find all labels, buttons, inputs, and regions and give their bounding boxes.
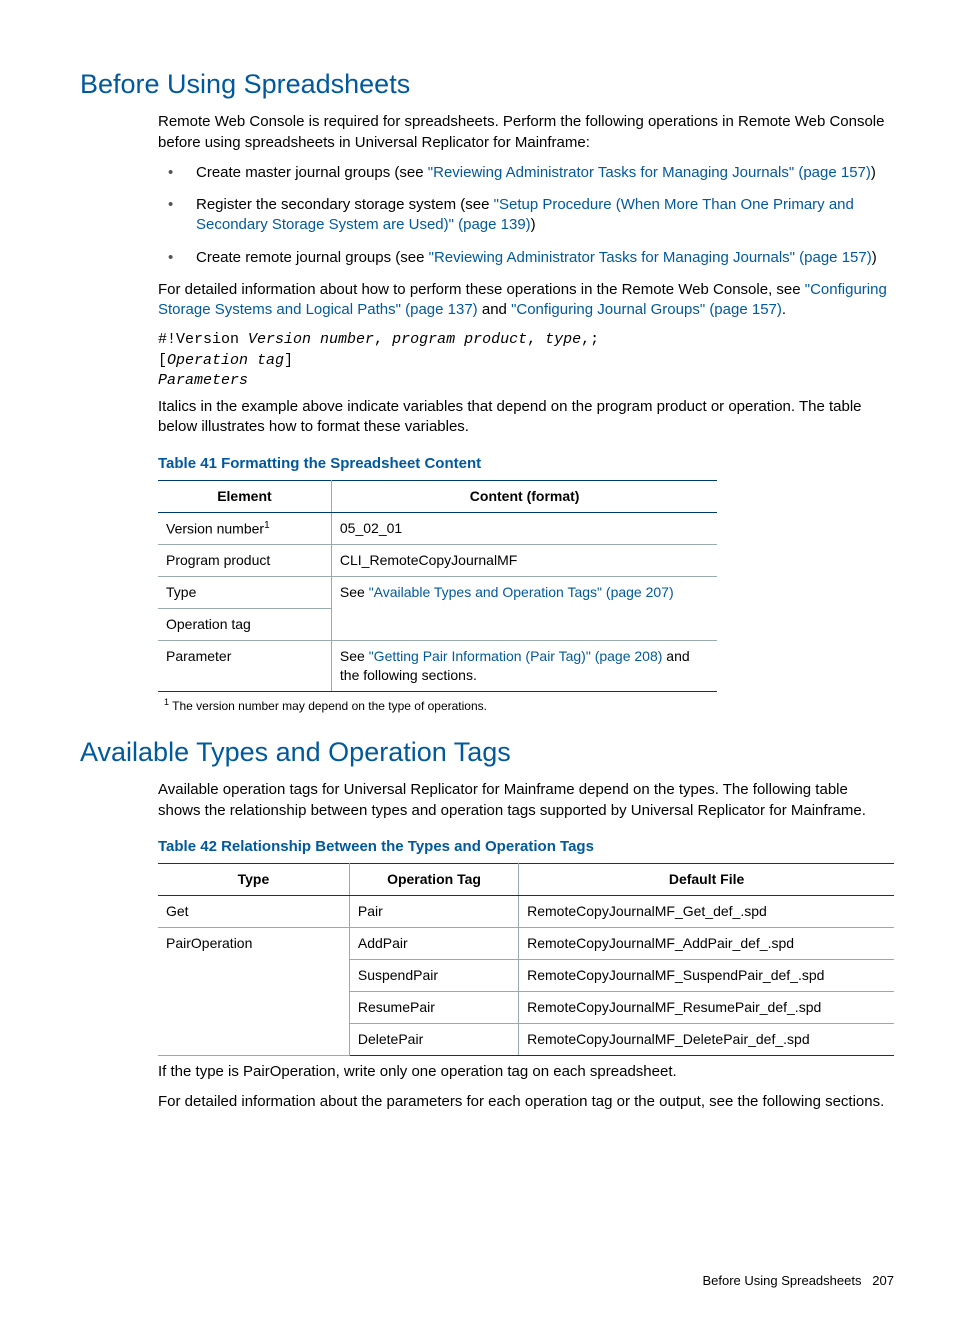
code-var: Version number — [248, 331, 374, 348]
table-cell: RemoteCopyJournalMF_DeletePair_def_.spd — [519, 1023, 894, 1055]
cross-ref-link[interactable]: "Configuring Journal Groups" (page 157) — [511, 301, 782, 318]
code-var: type — [545, 331, 581, 348]
table-cell: RemoteCopyJournalMF_Get_def_.spd — [519, 896, 894, 928]
table-footnote: 1 The version number may depend on the t… — [164, 696, 894, 714]
table-cell: Get — [158, 896, 349, 928]
list-item: Create remote journal groups (see "Revie… — [158, 248, 894, 268]
table-cell: Program product — [158, 545, 331, 577]
column-header: Operation Tag — [349, 864, 518, 896]
list-item: Register the secondary storage system (s… — [158, 195, 894, 236]
footer-text: Before Using Spreadsheets — [702, 1273, 861, 1288]
table-caption: Table 42 Relationship Between the Types … — [158, 837, 894, 857]
text: and — [478, 301, 511, 318]
text: For detailed information about how to pe… — [158, 281, 805, 298]
table-cell: Operation tag — [158, 609, 331, 641]
table-cell: RemoteCopyJournalMF_SuspendPair_def_.spd — [519, 959, 894, 991]
column-header: Type — [158, 864, 349, 896]
code-text: , — [374, 331, 392, 348]
table-cell: ResumePair — [349, 991, 518, 1023]
table-cell: SuspendPair — [349, 959, 518, 991]
code-var: Parameters — [158, 372, 248, 389]
table-row: Program product CLI_RemoteCopyJournalMF — [158, 545, 717, 577]
code-text: ,; — [581, 331, 599, 348]
table-cell: See "Getting Pair Information (Pair Tag)… — [331, 641, 717, 692]
cross-ref-link[interactable]: "Available Types and Operation Tags" (pa… — [369, 584, 674, 600]
paragraph: If the type is PairOperation, write only… — [158, 1062, 894, 1082]
table-cell: Version number1 — [158, 512, 331, 545]
text: ) — [872, 249, 877, 266]
table-cell: RemoteCopyJournalMF_AddPair_def_.spd — [519, 927, 894, 959]
page-number: 207 — [872, 1273, 894, 1288]
table-header-row: Type Operation Tag Default File — [158, 864, 894, 896]
table-cell: Type — [158, 577, 331, 609]
bullet-list: Create master journal groups (see "Revie… — [158, 163, 894, 268]
page-footer: Before Using Spreadsheets 207 — [80, 1272, 894, 1290]
table-row: Get Pair RemoteCopyJournalMF_Get_def_.sp… — [158, 896, 894, 928]
text: Register the secondary storage system (s… — [196, 196, 494, 213]
table-row: Version number1 05_02_01 — [158, 512, 717, 545]
text: ) — [531, 216, 536, 233]
text: Create master journal groups (see — [196, 164, 428, 181]
table-cell: CLI_RemoteCopyJournalMF — [331, 545, 717, 577]
table-cell: DeletePair — [349, 1023, 518, 1055]
table-operation-tags: Type Operation Tag Default File Get Pair… — [158, 863, 894, 1055]
code-text: , — [527, 331, 545, 348]
text: ) — [871, 164, 876, 181]
cross-ref-link[interactable]: "Reviewing Administrator Tasks for Manag… — [429, 249, 872, 266]
section-heading: Available Types and Operation Tags — [80, 734, 894, 770]
code-var: program product — [392, 331, 527, 348]
table-caption: Table 41 Formatting the Spreadsheet Cont… — [158, 454, 894, 474]
footnote-ref: 1 — [264, 520, 270, 531]
table-header-row: Element Content (format) — [158, 480, 717, 512]
list-item: Create master journal groups (see "Revie… — [158, 163, 894, 183]
table-row: Type See "Available Types and Operation … — [158, 577, 717, 609]
column-header: Element — [158, 480, 331, 512]
column-header: Content (format) — [331, 480, 717, 512]
paragraph: For detailed information about the param… — [158, 1092, 894, 1112]
text: See — [340, 584, 369, 600]
table-row: PairOperation AddPair RemoteCopyJournalM… — [158, 927, 894, 959]
code-text: ] — [284, 352, 293, 369]
detail-paragraph: For detailed information about how to pe… — [158, 280, 894, 321]
table-cell: See "Available Types and Operation Tags"… — [331, 577, 717, 641]
text: Create remote journal groups (see — [196, 249, 429, 266]
intro-paragraph: Available operation tags for Universal R… — [158, 780, 894, 821]
table-cell: PairOperation — [158, 927, 349, 1055]
cross-ref-link[interactable]: "Getting Pair Information (Pair Tag)" (p… — [369, 648, 663, 664]
table-cell: Parameter — [158, 641, 331, 692]
table-formatting: Element Content (format) Version number1… — [158, 480, 717, 692]
text: . — [782, 301, 786, 318]
table-cell: Pair — [349, 896, 518, 928]
intro-paragraph: Remote Web Console is required for sprea… — [158, 112, 894, 153]
paragraph: Italics in the example above indicate va… — [158, 397, 894, 438]
table-row: Parameter See "Getting Pair Information … — [158, 641, 717, 692]
code-text: #!Version — [158, 331, 248, 348]
table-cell: AddPair — [349, 927, 518, 959]
table-cell: RemoteCopyJournalMF_ResumePair_def_.spd — [519, 991, 894, 1023]
cross-ref-link[interactable]: "Reviewing Administrator Tasks for Manag… — [428, 164, 871, 181]
section-heading: Before Using Spreadsheets — [80, 66, 894, 102]
text: See — [340, 648, 369, 664]
code-block: #!Version Version number, program produc… — [158, 330, 894, 391]
code-text: [ — [158, 352, 167, 369]
table-cell: 05_02_01 — [331, 512, 717, 545]
code-var: Operation tag — [167, 352, 284, 369]
column-header: Default File — [519, 864, 894, 896]
